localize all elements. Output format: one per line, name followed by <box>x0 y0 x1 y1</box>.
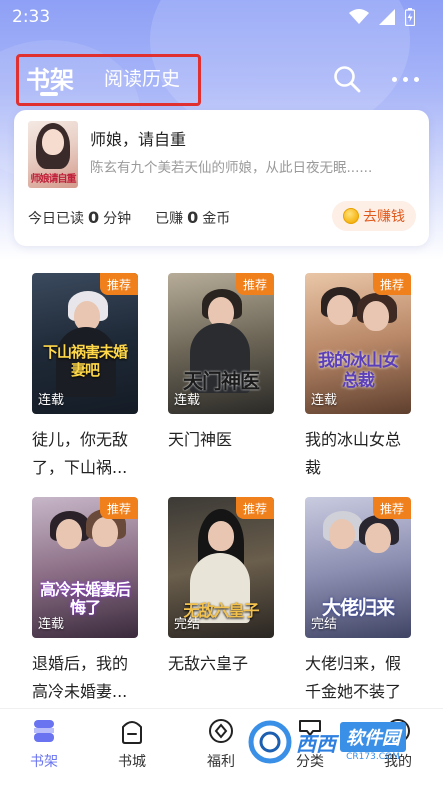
earn-money-button[interactable]: 去赚钱 <box>332 201 416 231</box>
book-status: 连载 <box>38 393 65 408</box>
book-status: 连载 <box>174 393 201 408</box>
recommend-tag: 推荐 <box>373 273 411 295</box>
nav-label: 书城 <box>118 754 146 770</box>
book-item[interactable]: 下山祸害未婚妻吧 推荐 连载 徒儿，你无敌了，下山祸... <box>32 273 138 482</box>
welfare-icon <box>209 719 233 743</box>
book-title: 退婚后，我的高冷未婚妻... <box>32 654 129 701</box>
recommend-tag: 推荐 <box>373 497 411 519</box>
recommend-tag: 推荐 <box>236 273 274 295</box>
book-cover[interactable]: 我的冰山女总裁 推荐 连载 <box>305 273 411 414</box>
status-icons <box>349 8 415 26</box>
signal-icon <box>379 9 395 25</box>
recommend-tag: 推荐 <box>100 497 138 519</box>
tab-reading-history[interactable]: 阅读历史 <box>104 64 180 91</box>
book-cover[interactable]: 高冷未婚妻后悔了 推荐 连载 <box>32 497 138 638</box>
watermark-brand: 西西 <box>296 731 336 756</box>
status-bar: 2:33 <box>0 0 443 34</box>
bookstore-icon <box>122 721 142 744</box>
nav-bookstore[interactable]: 书城 <box>102 717 162 771</box>
current-book-card[interactable]: 师娘请自重 师娘，请自重 陈玄有九个美若天仙的师娘，从此日夜无眠...... 今… <box>14 110 429 246</box>
search-icon[interactable] <box>332 64 362 94</box>
book-title: 天门神医 <box>168 430 233 449</box>
book-item[interactable]: 我的冰山女总裁 推荐 连载 我的冰山女总裁 <box>305 273 411 482</box>
book-status: 连载 <box>311 393 338 408</box>
cover-title-art: 师娘请自重 <box>30 174 77 185</box>
current-book-title: 师娘，请自重 <box>90 130 187 149</box>
nav-welfare[interactable]: 福利 <box>191 717 251 771</box>
book-status: 完结 <box>174 617 201 632</box>
status-time: 2:33 <box>12 7 51 27</box>
book-item[interactable]: 高冷未婚妻后悔了 推荐 连载 退婚后，我的高冷未婚妻... <box>32 497 138 706</box>
tab-bookshelf[interactable]: 书架 <box>26 60 74 95</box>
book-item[interactable]: 大佬归来 推荐 完结 大佬归来，假千金她不装了 <box>305 497 411 706</box>
active-tab-indicator <box>40 92 58 96</box>
recommend-tag: 推荐 <box>100 273 138 295</box>
nav-bookshelf[interactable]: 书架 <box>14 717 74 771</box>
book-cover[interactable]: 大佬归来 推荐 完结 <box>305 497 411 638</box>
book-cover[interactable]: 下山祸害未婚妻吧 推荐 连载 <box>32 273 138 414</box>
watermark-logo-icon <box>248 720 292 764</box>
book-status: 完结 <box>311 617 338 632</box>
book-item[interactable]: 无敌六皇子 推荐 完结 无敌六皇子 <box>168 497 274 678</box>
site-watermark: 西西 软件园 CR173.COM <box>248 712 443 772</box>
header: 书架 阅读历史 <box>0 48 443 108</box>
cover-title-art: 高冷未婚妻后悔了 <box>40 580 131 617</box>
earned-coins-stat: 已赚 0 金币 <box>155 208 231 227</box>
watermark-sub: 软件园 <box>340 722 406 752</box>
book-title: 大佬归来，假千金她不装了 <box>305 654 402 701</box>
book-status: 连载 <box>38 617 65 632</box>
book-cover[interactable]: 无敌六皇子 推荐 完结 <box>168 497 274 638</box>
nav-label: 书架 <box>30 754 58 770</box>
book-title: 我的冰山女总裁 <box>305 430 402 477</box>
wifi-icon <box>349 9 369 24</box>
read-time-stat: 今日已读 0 分钟 <box>28 208 132 227</box>
more-icon[interactable] <box>392 72 422 86</box>
reading-stats: 今日已读 0 分钟 已赚 0 金币 <box>28 208 230 228</box>
battery-icon <box>405 8 415 26</box>
book-title: 无敌六皇子 <box>168 654 249 673</box>
current-book-cover[interactable]: 师娘请自重 <box>28 121 78 188</box>
bookshelf-icon <box>34 720 54 742</box>
current-book-description: 陈玄有九个美若天仙的师娘，从此日夜无眠...... <box>90 160 373 176</box>
watermark-url: CR173.COM <box>346 752 400 762</box>
nav-label: 福利 <box>207 754 235 770</box>
recommend-tag: 推荐 <box>236 497 274 519</box>
cover-title-art: 我的冰山女总裁 <box>318 351 399 391</box>
book-title: 徒儿，你无敌了，下山祸... <box>32 430 129 477</box>
cover-title-art: 下山祸害未婚妻吧 <box>42 343 128 379</box>
book-item[interactable]: 天门神医 推荐 连载 天门神医 <box>168 273 274 454</box>
book-cover[interactable]: 天门神医 推荐 连载 <box>168 273 274 414</box>
coin-icon <box>343 208 359 224</box>
